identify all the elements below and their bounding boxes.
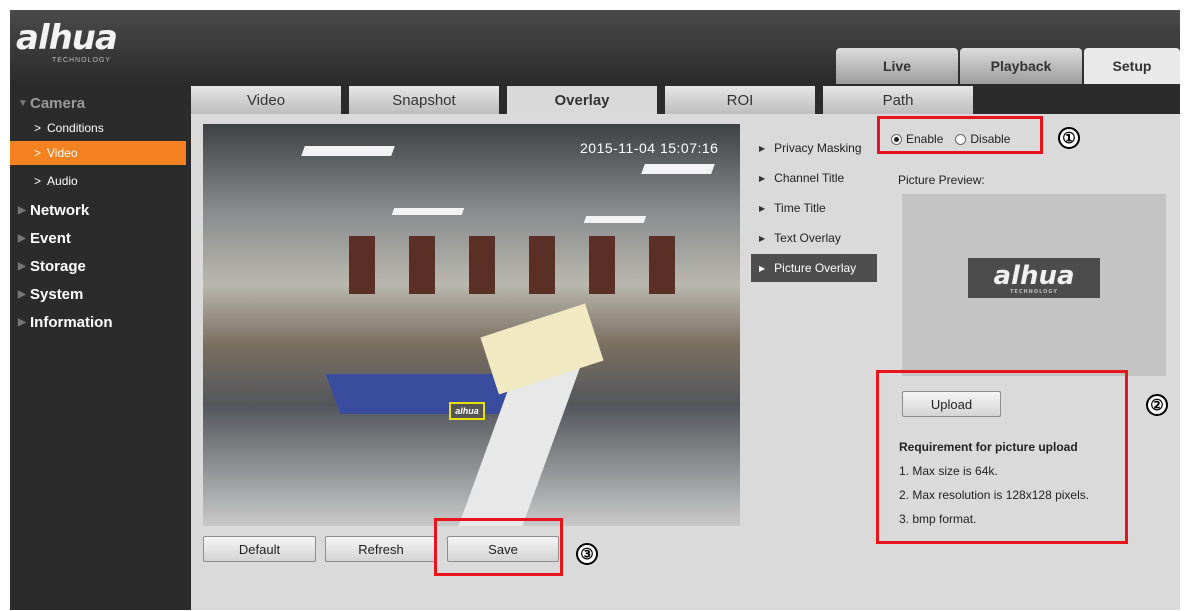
ceiling-light <box>301 146 395 156</box>
menu-item-time-title[interactable]: ▶ Time Title <box>751 194 877 222</box>
subtab-roi[interactable]: ROI <box>665 86 815 114</box>
sidebar-item-label: Audio <box>47 174 78 188</box>
subtab-overlay[interactable]: Overlay <box>507 86 657 114</box>
picture-preview-label: Picture Preview: <box>898 173 985 187</box>
office-window <box>409 236 435 294</box>
tab-playback[interactable]: Playback <box>960 48 1082 84</box>
sidebar-item-label: Video <box>47 146 78 160</box>
menu-item-privacy-masking[interactable]: ▶ Privacy Masking <box>751 134 877 162</box>
collapsed-triangle-icon: ▶ <box>18 316 26 328</box>
sidebar-item-information[interactable]: ▶ Information <box>10 309 191 335</box>
expanded-triangle-icon: ▼ <box>18 97 28 109</box>
tab-setup[interactable]: Setup <box>1084 48 1180 84</box>
app-window: alhua TECHNOLOGY Live Playback Setup ▼ C… <box>10 10 1180 610</box>
picture-preview: alhua TECHNOLOGY <box>902 194 1166 376</box>
triangle-right-icon: ▶ <box>759 233 766 243</box>
sidebar-item-network[interactable]: ▶ Network <box>10 197 191 223</box>
office-window <box>649 236 675 294</box>
triangle-right-icon: ▶ <box>759 173 766 183</box>
chevron-right-icon: > <box>34 146 42 160</box>
sidebar-item-label: Conditions <box>47 121 104 135</box>
callout-number-3: ③ <box>576 543 598 565</box>
menu-item-label: Privacy Masking <box>774 141 862 155</box>
office-window <box>529 236 555 294</box>
ceiling-light <box>641 164 715 174</box>
menu-item-label: Picture Overlay <box>774 261 857 275</box>
collapsed-triangle-icon: ▶ <box>18 288 26 300</box>
sidebar-item-storage[interactable]: ▶ Storage <box>10 253 191 279</box>
menu-item-text-overlay[interactable]: ▶ Text Overlay <box>751 224 877 252</box>
chevron-right-icon: > <box>34 174 42 188</box>
menu-item-label: Text Overlay <box>774 231 841 245</box>
office-window <box>469 236 495 294</box>
picture-overlay-watermark: alhua <box>449 402 485 420</box>
callout-number-2: ② <box>1146 394 1168 416</box>
collapsed-triangle-icon: ▶ <box>18 204 26 216</box>
office-window <box>589 236 615 294</box>
menu-item-picture-overlay[interactable]: ▶ Picture Overlay <box>751 254 877 282</box>
preview-logo-text: alhua <box>993 261 1075 291</box>
brand-logo-sub: TECHNOLOGY <box>52 57 112 64</box>
top-header: alhua TECHNOLOGY Live Playback Setup <box>10 10 1180 84</box>
sidebar-item-video[interactable]: > Video <box>10 141 186 165</box>
sidebar: ▼ Camera > Conditions > Video > Audio ▶ … <box>10 84 191 610</box>
callout-number-1: ① <box>1058 127 1080 149</box>
brand-logo: alhua <box>16 18 118 58</box>
video-preview[interactable]: 2015-11-04 15:07:16 alhua <box>203 124 740 526</box>
callout-box-3 <box>434 518 563 576</box>
sidebar-item-conditions[interactable]: > Conditions <box>10 116 186 140</box>
preview-logo-image: alhua TECHNOLOGY <box>968 258 1100 298</box>
sidebar-item-audio[interactable]: > Audio <box>10 169 186 193</box>
sidebar-item-label: Event <box>30 229 71 247</box>
office-window <box>349 236 375 294</box>
sidebar-item-camera[interactable]: ▼ Camera <box>10 90 191 116</box>
sidebar-item-label: System <box>30 285 84 303</box>
menu-item-label: Channel Title <box>774 171 845 185</box>
tab-live[interactable]: Live <box>836 48 958 84</box>
sidebar-item-label: Storage <box>30 257 86 275</box>
subtab-snapshot[interactable]: Snapshot <box>349 86 499 114</box>
ceiling-light <box>583 216 647 223</box>
preview-logo-sub: TECHNOLOGY <box>1010 289 1058 295</box>
refresh-button[interactable]: Refresh <box>325 536 437 562</box>
callout-box-2 <box>876 370 1128 544</box>
menu-item-channel-title[interactable]: ▶ Channel Title <box>751 164 877 192</box>
chevron-right-icon: > <box>34 121 42 135</box>
sidebar-item-system[interactable]: ▶ System <box>10 281 191 307</box>
default-button[interactable]: Default <box>203 536 316 562</box>
collapsed-triangle-icon: ▶ <box>18 232 26 244</box>
subtab-path[interactable]: Path <box>823 86 973 114</box>
osd-time-title: 2015-11-04 15:07:16 <box>580 140 719 156</box>
triangle-right-icon: ▶ <box>759 143 766 153</box>
ceiling-light <box>391 208 465 215</box>
menu-item-label: Time Title <box>774 201 826 215</box>
triangle-right-icon: ▶ <box>759 263 766 273</box>
sidebar-item-event[interactable]: ▶ Event <box>10 225 191 251</box>
callout-box-1 <box>877 116 1043 154</box>
sidebar-item-label: Camera <box>30 94 86 112</box>
sidebar-item-label: Information <box>30 313 113 331</box>
sidebar-item-label: Network <box>30 201 90 219</box>
subtab-bar: Video Snapshot Overlay ROI Path <box>191 84 1180 114</box>
subtab-video[interactable]: Video <box>191 86 341 114</box>
collapsed-triangle-icon: ▶ <box>18 260 26 272</box>
triangle-right-icon: ▶ <box>759 203 766 213</box>
